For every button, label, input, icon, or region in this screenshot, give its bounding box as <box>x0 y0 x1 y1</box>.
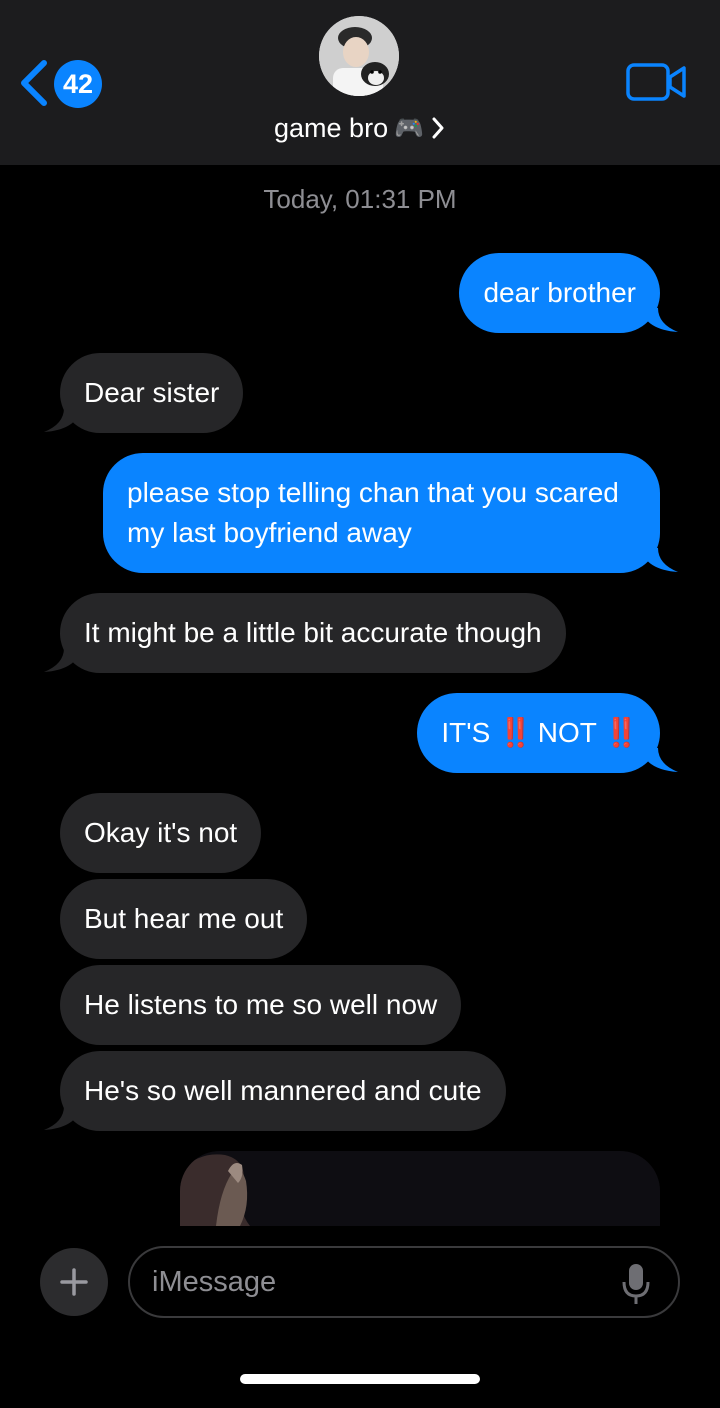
message-input[interactable]: iMessage <box>128 1246 680 1318</box>
bubble-tail <box>44 408 82 432</box>
message-text: Okay it's not <box>84 817 238 848</box>
message-text: IT'S <box>441 717 491 748</box>
microphone-icon[interactable] <box>622 1262 650 1306</box>
bubble-tail <box>640 548 678 572</box>
sent-message-bubble[interactable]: please stop telling chan that you scared… <box>103 453 660 573</box>
home-indicator[interactable] <box>240 1374 480 1384</box>
photo-attachment[interactable] <box>180 1151 660 1226</box>
conversation-timestamp: Today, 01:31 PM <box>263 184 457 214</box>
bubble-tail <box>640 748 678 772</box>
message-input-placeholder: iMessage <box>152 1265 277 1298</box>
chevron-right-icon <box>432 117 444 139</box>
chevron-left-icon <box>21 60 47 106</box>
bubble-tail <box>640 308 678 332</box>
contact-name-button[interactable]: game bro 🎮 <box>0 108 720 148</box>
received-message-bubble[interactable]: He's so well mannered and cute <box>60 1051 506 1131</box>
received-message-bubble[interactable]: He listens to me so well now <box>60 965 462 1045</box>
received-message-bubble[interactable]: It might be a little bit accurate though <box>60 593 566 673</box>
back-button[interactable]: 42 <box>18 58 108 108</box>
contact-avatar[interactable] <box>319 16 399 96</box>
message-text: dear brother <box>483 277 636 308</box>
double-exclamation-icon: ‼️ <box>498 717 533 748</box>
message-text: Dear sister <box>84 377 220 408</box>
bubble-tail <box>44 1106 82 1130</box>
sent-message-bubble[interactable]: IT'S ‼️ NOT ‼️ <box>417 693 660 773</box>
double-exclamation-icon: ‼️ <box>604 717 639 748</box>
message-text: It might be a little bit accurate though <box>84 617 542 648</box>
game-controller-icon: 🎮 <box>394 114 424 142</box>
received-message-bubble[interactable]: But hear me out <box>60 879 308 959</box>
contact-name: game bro <box>274 112 389 143</box>
message-text: But hear me out <box>84 903 284 934</box>
message-text: He listens to me so well now <box>84 989 438 1020</box>
message-text: NOT <box>537 717 597 748</box>
message-text: please stop telling chan that you scared… <box>127 477 619 548</box>
bubble-tail <box>44 648 82 672</box>
message-text: He's so well mannered and cute <box>84 1075 482 1106</box>
video-camera-icon[interactable] <box>626 62 688 102</box>
sent-message-bubble[interactable]: dear brother <box>459 253 660 333</box>
received-message-bubble[interactable]: Okay it's not <box>60 793 262 873</box>
received-message-bubble[interactable]: Dear sister <box>60 353 244 433</box>
plus-icon <box>60 1268 88 1296</box>
unread-count-badge: 42 <box>54 60 102 108</box>
conversation-header: 42 game bro 🎮 <box>0 0 720 165</box>
apps-plus-button[interactable] <box>40 1248 108 1316</box>
